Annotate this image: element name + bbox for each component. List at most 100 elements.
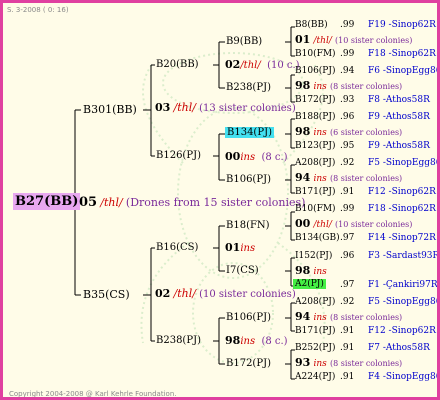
node-g3-4[interactable]: B18(FN) (226, 221, 270, 231)
leaf-mating-row: 93 ins (8 sister colonies) (295, 357, 402, 369)
leaf-mating-note: (10 sister colonies) (335, 220, 413, 230)
mating-b16: 02 /thl/ (10 sister colonies) (155, 288, 296, 300)
leaf-mating-note: (8 sister colonies) (329, 359, 403, 369)
leaf-mating-row: 94 ins (8 sister colonies) (295, 311, 402, 323)
leaf-mating-row: 94 ins (8 sister colonies) (295, 172, 402, 184)
node-g3-2[interactable]: B134(PJ) (225, 127, 274, 138)
leaf-name[interactable]: A224(PJ) (295, 372, 335, 382)
leaf-mating-num: 01 (295, 33, 311, 47)
leaf-mating-tag: ins (313, 128, 327, 139)
mating-g3-3: 00ins (8 c.) (225, 151, 288, 163)
leaf-mating-tag: ins (313, 82, 327, 93)
leaf-name[interactable]: A208(PJ) (295, 159, 335, 168)
leaf-name[interactable]: B171(PJ) (295, 187, 335, 197)
leaf-mating-num: 93 (295, 356, 311, 370)
leaf-info: F14 -Sinop72R (368, 232, 436, 243)
header-date: S. 3-2008 ( 0: 16) (7, 6, 69, 14)
mating-g3-1-tag: /thl/ (240, 60, 261, 71)
node-g3-1[interactable]: B238(PJ) (226, 83, 271, 93)
dam-name[interactable]: B35(CS) (83, 289, 130, 300)
node-b16[interactable]: B16(CS) (156, 243, 198, 253)
pedigree-frame: S. 3-2008 ( 0: 16) B27(BB) 05 /thl/ (Dro… (0, 0, 440, 400)
leaf-name[interactable]: B106(PJ) (295, 67, 335, 76)
leaf-mating-tag: /thl/ (313, 220, 332, 231)
leaf-year: .91 (340, 325, 355, 336)
leaf-year: .99 (340, 20, 355, 30)
sire-name[interactable]: B301(BB) (83, 104, 137, 115)
leaf-year: .92 (340, 158, 355, 168)
mating-g3-1: 02/thl/ (10 c.) (225, 59, 300, 71)
leaf-mating-num: 00 (295, 217, 311, 231)
leaf-year: .92 (340, 297, 355, 307)
leaf-mating-num: 94 (295, 171, 311, 185)
mating-g3-5: 01ins (225, 242, 255, 254)
leaf-name[interactable]: B10(FM) (295, 49, 336, 59)
leaf-name[interactable]: B8(BB) (295, 21, 328, 30)
root-bee-name[interactable]: B27(BB) (13, 193, 81, 210)
leaf-name[interactable]: A2(PJ) (293, 278, 326, 289)
node-g3-3[interactable]: B106(PJ) (226, 175, 271, 185)
leaf-mating-tag: ins (313, 313, 327, 324)
leaf-year: .91 (340, 343, 355, 353)
g1-number: 05 (79, 195, 98, 210)
leaf-mating-note: (10 sister colonies) (335, 36, 413, 46)
leaf-info: F3 -Sardast93R (368, 251, 440, 261)
mating-g3-3-note: (8 c.) (261, 152, 288, 163)
leaf-info: F4 -SinopEgg86R (368, 371, 437, 382)
leaf-mating-num: 98 (295, 79, 311, 93)
mating-g3-7: 98ins (8 c.) (225, 335, 288, 347)
leaf-year: .96 (340, 251, 355, 261)
leaf-mating-tag: ins (313, 359, 327, 370)
leaf-name[interactable]: A208(PJ) (295, 298, 335, 307)
leaf-info: F8 -Athos58R (368, 94, 430, 105)
m-b16-num: 02 (155, 287, 171, 300)
leaf-year: .91 (340, 371, 355, 382)
mating-g3-5-tag: ins (240, 243, 256, 254)
root-name-label: B27(BB) (13, 193, 81, 210)
mating-g3-1-num: 02 (225, 58, 241, 71)
leaf-year: .97 (340, 232, 355, 243)
node-g3-6[interactable]: B106(PJ) (226, 313, 271, 323)
node-g3-7[interactable]: B172(PJ) (226, 359, 271, 369)
node-b238[interactable]: B238(PJ) (156, 336, 201, 346)
leaf-info: F18 -Sinop62R (368, 204, 436, 214)
leaf-info: F5 -SinopEgg86R (368, 158, 437, 168)
leaf-info: F12 -Sinop62R (368, 325, 436, 336)
m-b16-tag: /thl/ (173, 287, 196, 300)
leaf-mating-tag: ins (313, 174, 327, 185)
leaf-mating-note: (8 sister colonies) (329, 174, 403, 184)
leaf-year: .93 (340, 94, 355, 105)
node-g3-5[interactable]: I7(CS) (226, 266, 259, 276)
leaf-year: .99 (340, 48, 355, 59)
leaf-mating-note: (8 sister colonies) (329, 82, 403, 92)
leaf-mating-tag: /thl/ (313, 36, 332, 47)
mating-g3-5-num: 01 (225, 241, 241, 254)
leaf-name[interactable]: B134(GB) (295, 233, 340, 243)
leaf-year: .97 (340, 279, 355, 290)
node-g3-2-label: B134(PJ) (225, 127, 274, 138)
node-g3-0[interactable]: B9(BB) (226, 37, 262, 47)
footer-copyright: Copyright 2004-2008 @ Karl Kehrle Founda… (9, 390, 177, 398)
leaf-name[interactable]: B123(PJ) (295, 141, 335, 151)
leaf-year: .94 (340, 66, 355, 76)
leaf-mating-row: 00 /thl/ (10 sister colonies) (295, 218, 412, 230)
leaf-name[interactable]: I152(PJ) (295, 252, 332, 261)
leaf-info: F6 -SinopEgg86R (368, 66, 437, 76)
node-b126[interactable]: B126(PJ) (156, 151, 201, 161)
leaf-year: .95 (340, 140, 355, 151)
leaf-info: F18 -Sinop62R (368, 48, 436, 59)
leaf-name[interactable]: B188(PJ) (295, 113, 335, 122)
leaf-name[interactable]: B10(FM) (295, 205, 336, 214)
mating-g3-3-num: 00 (225, 150, 241, 163)
leaf-mating-num: 94 (295, 310, 311, 324)
leaf-mating-row: 01 /thl/ (10 sister colonies) (295, 34, 412, 46)
leaf-mating-num: 98 (295, 264, 311, 278)
leaf-name[interactable]: B171(PJ) (295, 326, 335, 336)
node-b20[interactable]: B20(BB) (156, 60, 199, 70)
m-b20-note: (13 sister colonies) (199, 103, 296, 114)
leaf-mating-note: (8 sister colonies) (329, 313, 403, 323)
leaf-name[interactable]: B252(PJ) (295, 344, 335, 353)
leaf-name-highlight: A2(PJ) (293, 278, 326, 289)
leaf-name[interactable]: B172(PJ) (295, 95, 335, 105)
leaf-mating-note: (6 sister colonies) (329, 128, 403, 138)
